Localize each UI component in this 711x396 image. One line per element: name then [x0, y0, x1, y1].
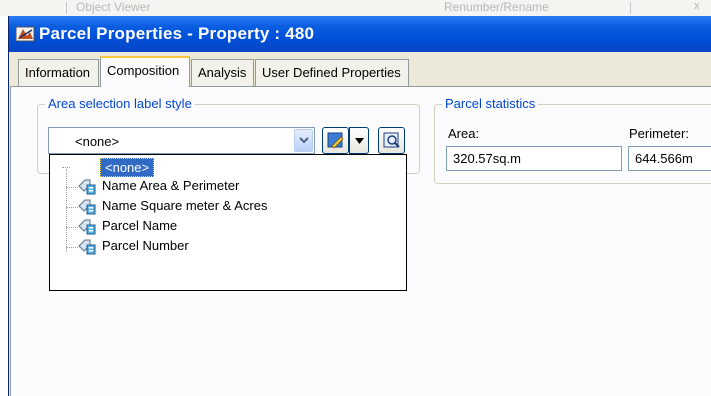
dropdown-item-label: Parcel Name	[102, 218, 178, 233]
label-style-icon	[78, 199, 96, 215]
edit-label-style-button[interactable]	[322, 127, 349, 154]
edit-style-icon	[327, 132, 344, 149]
chevron-down-icon[interactable]	[294, 129, 313, 152]
perimeter-value-field[interactable]: 644.566m	[628, 146, 711, 171]
area-label-style-combo[interactable]: <none>	[48, 127, 315, 154]
dropdown-item-label: Parcel Number	[102, 238, 189, 253]
title-bar[interactable]: Parcel Properties - Property : 480	[9, 16, 711, 52]
triangle-down-icon	[354, 137, 364, 144]
background-renumber-text: Renumber/Rename	[444, 0, 549, 14]
dropdown-item-label: Name Area & Perimeter	[102, 178, 240, 193]
label-style-icon	[78, 239, 96, 255]
dropdown-item-parcel-number[interactable]: Parcel Number	[50, 236, 406, 256]
tab-label: Composition	[107, 63, 180, 78]
style-menu-dropdown-button[interactable]	[349, 127, 369, 154]
tree-connector	[62, 167, 70, 168]
tab-information[interactable]: Information	[18, 59, 99, 86]
parcel-app-icon	[15, 26, 35, 42]
tab-label: Analysis	[198, 65, 247, 80]
tab-label: Information	[25, 65, 91, 80]
tab-analysis[interactable]: Analysis	[191, 59, 254, 86]
dropdown-item-none[interactable]: <none>	[100, 158, 155, 177]
dropdown-item-name-square-meter-acres[interactable]: Name Square meter & Acres	[50, 196, 406, 216]
combo-selected-value: <none>	[75, 134, 120, 149]
background-separator	[630, 2, 631, 14]
parcel-statistics-group: Parcel statistics	[434, 96, 711, 184]
area-label: Area:	[448, 126, 480, 141]
dropdown-item-label: Name Square meter & Acres	[102, 198, 268, 213]
background-object-viewer-text: Object Viewer	[76, 0, 151, 14]
pick-magnifier-icon	[383, 132, 400, 148]
area-label-style-group-label: Area selection label style	[45, 96, 195, 111]
parcel-statistics-group-label: Parcel statistics	[442, 96, 539, 111]
label-style-icon	[78, 179, 96, 195]
background-separator	[66, 2, 67, 14]
dropdown-item-parcel-name[interactable]: Parcel Name	[50, 216, 406, 236]
tab-label: User Defined Properties	[262, 65, 401, 80]
dialog-title: Parcel Properties - Property : 480	[39, 24, 315, 43]
tab-user-defined-properties[interactable]: User Defined Properties	[255, 59, 409, 86]
dropdown-item-name-area-perimeter[interactable]: Name Area & Perimeter	[50, 176, 406, 196]
pick-from-drawing-button[interactable]	[378, 127, 405, 154]
label-style-icon	[78, 219, 96, 235]
tab-composition[interactable]: Composition	[100, 56, 190, 87]
perimeter-label: Perimeter:	[629, 126, 689, 141]
area-value-field[interactable]: 320.57sq.m	[446, 146, 622, 171]
background-close-glyph: x	[694, 0, 700, 12]
label-style-dropdown-list[interactable]: <none> Name Area & Perimeter Name Square…	[49, 154, 407, 291]
